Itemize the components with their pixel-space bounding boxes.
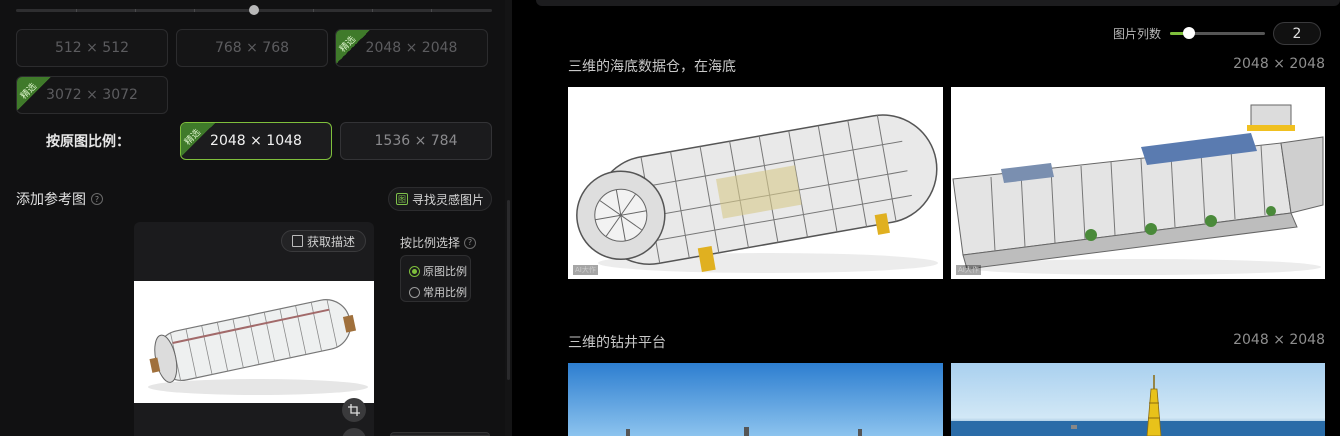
slider-tick bbox=[194, 9, 195, 12]
scrollbar-thumb[interactable] bbox=[507, 200, 510, 380]
crop-button[interactable] bbox=[342, 398, 366, 422]
featured-badge: 精选 bbox=[17, 77, 51, 111]
ratio-size-2048-button[interactable]: 精选 2048 × 1048 bbox=[180, 122, 332, 160]
option-original-ratio[interactable]: 原图比例 bbox=[409, 263, 467, 279]
size-label: 3072 × 3072 bbox=[46, 87, 138, 103]
ratio-select-label: 按比例选择 bbox=[400, 236, 461, 250]
reference-title: 添加参考图 ? bbox=[16, 189, 103, 209]
featured-badge: 精选 bbox=[181, 123, 215, 157]
generated-image-data-module bbox=[951, 87, 1325, 279]
gallery-image[interactable]: AI大作 bbox=[951, 87, 1325, 279]
find-inspiration-button[interactable]: 图 寻找灵感图片 bbox=[388, 187, 492, 211]
reference-image-box[interactable]: 获取描述 bbox=[134, 222, 374, 436]
get-description-button[interactable]: 获取描述 bbox=[280, 230, 366, 252]
group-size: 2048 × 2048 bbox=[1233, 56, 1325, 72]
quality-slider[interactable] bbox=[16, 5, 492, 15]
get-description-label: 获取描述 bbox=[306, 234, 355, 249]
slider-tick bbox=[76, 9, 77, 12]
slider-tick bbox=[431, 9, 432, 12]
columns-label: 图片列数 bbox=[1113, 27, 1162, 41]
ratio-select-title: 按比例选择 ? bbox=[400, 234, 477, 251]
ratio-label: 按原图比例： bbox=[46, 134, 130, 150]
gallery-image[interactable] bbox=[951, 363, 1325, 436]
size-label: 2048 × 2048 bbox=[365, 40, 458, 56]
crop-icon bbox=[348, 404, 360, 416]
columns-slider-thumb[interactable] bbox=[1183, 27, 1195, 39]
settings-panel: 512 × 512 768 × 768 精选 2048 × 2048 精选 30… bbox=[0, 0, 512, 436]
slider-tick bbox=[135, 9, 136, 12]
document-icon bbox=[291, 235, 303, 247]
radio-icon bbox=[409, 286, 420, 298]
gallery-image[interactable] bbox=[568, 363, 943, 436]
radio-icon bbox=[409, 265, 420, 277]
delete-button[interactable] bbox=[342, 428, 366, 436]
ratio-options: 原图比例 常用比例 bbox=[400, 255, 471, 302]
size-label: 512 × 512 bbox=[54, 40, 130, 56]
slider-tick bbox=[313, 9, 314, 12]
size-label: 768 × 768 bbox=[214, 40, 290, 56]
option-label: 常用比例 bbox=[423, 286, 467, 299]
gallery-image[interactable]: AI大作 bbox=[568, 87, 943, 279]
generated-image-platform bbox=[568, 363, 943, 436]
option-common-ratio[interactable]: 常用比例 bbox=[409, 284, 467, 300]
generated-image-data-capsule bbox=[568, 87, 943, 279]
top-bar bbox=[536, 0, 1340, 6]
reference-title-text: 添加参考图 bbox=[16, 192, 86, 208]
slider-tick bbox=[372, 9, 373, 12]
image-icon: 图 bbox=[395, 193, 408, 205]
group-size: 2048 × 2048 bbox=[1233, 332, 1325, 348]
size-2048-button[interactable]: 精选 2048 × 2048 bbox=[335, 29, 488, 67]
size-768-button[interactable]: 768 × 768 bbox=[176, 29, 328, 67]
watermark: AI大作 bbox=[956, 265, 981, 275]
ratio-size-1536-button[interactable]: 1536 × 784 bbox=[340, 122, 492, 160]
slider-thumb[interactable] bbox=[249, 5, 259, 15]
reference-image bbox=[134, 281, 374, 403]
size-label: 1536 × 784 bbox=[374, 133, 458, 149]
watermark: AI大作 bbox=[573, 265, 598, 275]
help-icon[interactable]: ? bbox=[91, 193, 103, 205]
size-512-button[interactable]: 512 × 512 bbox=[16, 29, 168, 67]
group-title: 三维的钻井平台 bbox=[568, 335, 666, 351]
group-title: 三维的海底数据仓，在海底 bbox=[568, 59, 736, 75]
generate-button[interactable] bbox=[390, 432, 490, 436]
size-3072-button[interactable]: 精选 3072 × 3072 bbox=[16, 76, 168, 114]
option-label: 原图比例 bbox=[423, 265, 467, 278]
gallery-panel: 图片列数 2 三维的海底数据仓，在海底 2048 × 2048 AI大作 AI大… bbox=[512, 0, 1340, 436]
size-label: 2048 × 1048 bbox=[210, 133, 302, 149]
inspire-label: 寻找灵感图片 bbox=[411, 192, 484, 207]
featured-badge: 精选 bbox=[336, 30, 370, 64]
columns-input[interactable]: 2 bbox=[1273, 22, 1321, 45]
help-icon[interactable]: ? bbox=[464, 236, 477, 249]
generated-image-drill-rig bbox=[951, 363, 1325, 436]
